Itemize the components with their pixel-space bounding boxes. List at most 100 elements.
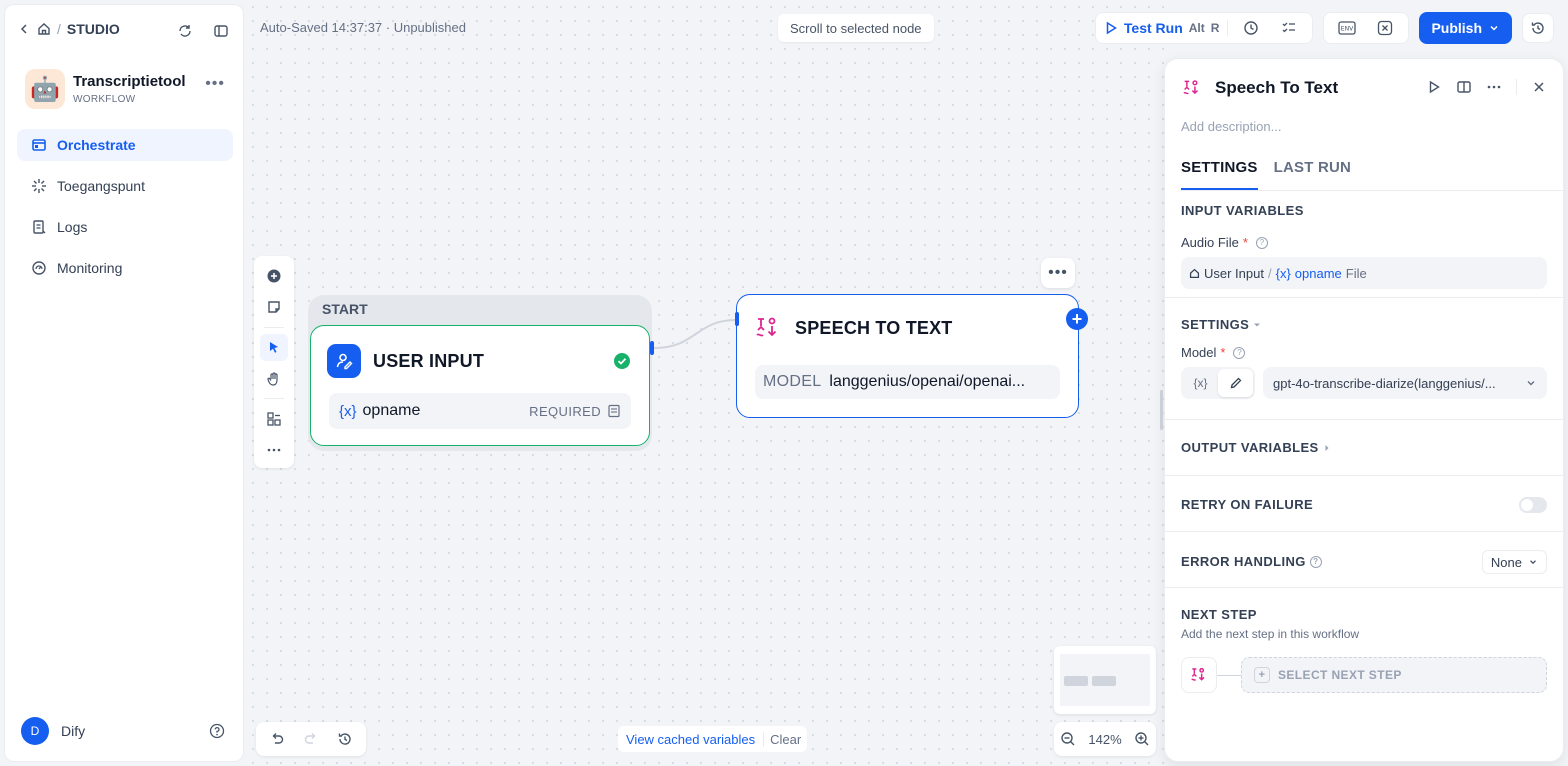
pencil-icon xyxy=(1230,377,1241,389)
run-history-button[interactable] xyxy=(1236,13,1266,43)
variable-separator: / xyxy=(1267,265,1272,281)
stt-input-handle[interactable] xyxy=(735,312,739,326)
zoom-out-icon[interactable] xyxy=(1060,731,1076,747)
breadcrumb-studio[interactable]: STUDIO xyxy=(67,21,120,37)
svg-text:ENV: ENV xyxy=(1341,26,1354,33)
checklist-button[interactable] xyxy=(1274,13,1304,43)
output-variables-toggle[interactable]: OUTPUT VARIABLES xyxy=(1181,440,1331,455)
chevron-down-icon xyxy=(1530,560,1536,565)
undo-icon[interactable] xyxy=(269,731,285,747)
required-label: REQUIRED xyxy=(529,403,601,419)
access-point-icon xyxy=(31,178,47,194)
user-account[interactable]: D Dify xyxy=(21,717,85,745)
retry-toggle[interactable] xyxy=(1519,497,1547,513)
sidebar-item-toegangspunt[interactable]: Toegangspunt xyxy=(17,170,233,202)
publish-button[interactable]: Publish xyxy=(1419,12,1512,44)
test-run-button[interactable]: Test Run Alt R xyxy=(1104,20,1219,36)
edge-userinput-stt xyxy=(653,319,737,349)
error-handling-value: None xyxy=(1490,554,1522,570)
node-more-button[interactable]: ••• xyxy=(1041,258,1075,288)
zoom-in-icon[interactable] xyxy=(1134,731,1150,747)
speech-to-text-node[interactable]: SPEECH TO TEXT MODEL langgenius/openai/o… xyxy=(736,294,1079,418)
panel-actions xyxy=(1426,79,1547,95)
required-mark: * xyxy=(1220,345,1226,360)
clear-cached-button[interactable]: Clear xyxy=(763,731,807,747)
home-icon[interactable] xyxy=(37,22,51,36)
retry-on-failure-title: RETRY ON FAILURE xyxy=(1181,497,1314,512)
model-key: MODEL xyxy=(763,373,822,390)
more-icon[interactable] xyxy=(1486,79,1502,95)
panel-resize-handle[interactable] xyxy=(1160,390,1163,430)
close-icon[interactable] xyxy=(1531,79,1547,95)
settings-section-toggle[interactable]: SETTINGS xyxy=(1181,317,1261,332)
top-toolbar: Test Run Alt R ENV Publish xyxy=(1094,12,1554,44)
help-icon[interactable] xyxy=(209,723,225,739)
sidebar-item-logs[interactable]: Logs xyxy=(17,211,233,243)
sync-icon[interactable] xyxy=(177,23,193,39)
conversation-variables-button[interactable] xyxy=(1370,13,1400,43)
model-label-text: Model xyxy=(1181,345,1217,360)
sidebar-nav: Orchestrate Toegangspunt Logs Monitoring xyxy=(17,129,233,293)
logs-icon xyxy=(31,219,47,235)
user-input-node[interactable]: USER INPUT {x} opname REQUIRED xyxy=(310,325,650,446)
sidebar-item-monitoring[interactable]: Monitoring xyxy=(17,252,233,284)
view-cached-variables-link[interactable]: View cached variables xyxy=(618,732,763,747)
description-input[interactable]: Add description... xyxy=(1181,119,1281,134)
tab-last-run[interactable]: LAST RUN xyxy=(1274,159,1351,190)
variable-x-icon xyxy=(1378,20,1393,36)
audio-file-variable-selector[interactable]: User Input / {x} opname File xyxy=(1181,257,1547,289)
help-icon[interactable]: ? xyxy=(1255,236,1268,249)
help-icon[interactable]: ? xyxy=(1233,346,1246,359)
required-mark: * xyxy=(1242,235,1248,250)
variable-type: File xyxy=(1345,265,1367,281)
variable-source-node: User Input xyxy=(1189,266,1264,281)
app-more-icon[interactable]: ••• xyxy=(205,75,225,93)
history-bar xyxy=(256,722,366,756)
cached-variables-bar: View cached variables Clear xyxy=(618,726,808,752)
env-variables-button[interactable]: ENV xyxy=(1332,13,1362,43)
test-run-label: Test Run xyxy=(1123,20,1183,36)
model-selector-row: {x} gpt-4o-transcribe-diarize(langgenius… xyxy=(1181,367,1547,399)
run-node-icon[interactable] xyxy=(1426,79,1442,95)
home-icon xyxy=(1189,268,1200,278)
sidebar-item-label: Orchestrate xyxy=(57,137,136,153)
input-variables-title: INPUT VARIABLES xyxy=(1181,203,1304,218)
panel-title[interactable]: Speech To Text xyxy=(1215,78,1338,98)
sidebar-item-label: Toegangspunt xyxy=(57,178,145,194)
add-next-node-button[interactable]: + xyxy=(1066,308,1088,330)
model-row: MODEL langgenius/openai/openai... xyxy=(755,365,1060,399)
help-icon[interactable]: ? xyxy=(1309,555,1322,568)
version-history-button[interactable] xyxy=(1522,13,1554,43)
user-input-output-handle[interactable] xyxy=(650,341,654,355)
workflow-canvas[interactable]: Auto-Saved 14:37:37 · Unpublished Scroll… xyxy=(246,0,1164,766)
text-field-icon xyxy=(608,404,620,418)
minimap[interactable] xyxy=(1054,646,1156,714)
zoom-level[interactable]: 142% xyxy=(1088,732,1121,747)
app-card[interactable]: 🤖 Transcriptietool WORKFLOW xyxy=(25,69,186,109)
model-mode-toggle: {x} xyxy=(1181,367,1255,399)
next-step-connector xyxy=(1217,674,1241,676)
collapse-sidebar-icon[interactable] xyxy=(213,23,229,39)
next-step-title: NEXT STEP xyxy=(1181,607,1257,622)
history-icon[interactable] xyxy=(337,731,353,747)
app-robot-icon: 🤖 xyxy=(25,69,65,109)
env-icon: ENV xyxy=(1338,21,1357,35)
caret-down-icon xyxy=(1254,323,1261,326)
section-divider xyxy=(1165,419,1563,420)
breadcrumb-separator: / xyxy=(57,21,61,37)
chevron-left-icon[interactable] xyxy=(17,22,31,36)
section-divider xyxy=(1165,297,1563,298)
tab-settings[interactable]: SETTINGS xyxy=(1181,159,1258,190)
sidebar-top-icons xyxy=(177,23,229,39)
sidebar-item-orchestrate[interactable]: Orchestrate xyxy=(17,129,233,161)
model-dropdown[interactable]: gpt-4o-transcribe-diarize(langgenius/... xyxy=(1263,367,1547,399)
variable-mode-option[interactable]: {x} xyxy=(1183,369,1218,397)
error-handling-dropdown[interactable]: None xyxy=(1481,550,1547,574)
current-node-icon xyxy=(1181,657,1217,693)
caret-right-icon xyxy=(1325,444,1329,451)
select-next-step-button[interactable]: + SELECT NEXT STEP xyxy=(1241,657,1547,693)
redo-icon[interactable] xyxy=(303,731,319,747)
manual-mode-option[interactable] xyxy=(1218,369,1253,397)
split-view-icon[interactable] xyxy=(1456,79,1472,95)
speech-to-text-icon xyxy=(1183,80,1199,95)
